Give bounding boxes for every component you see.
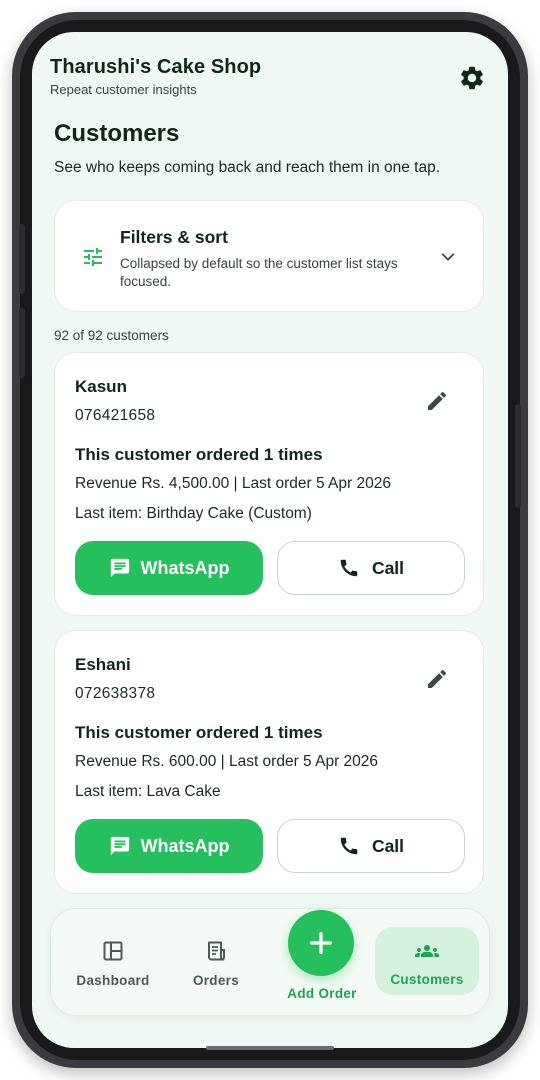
page-title: Customers [54,120,180,147]
customer-revenue: Revenue Rs. 600.00 | Last order 5 Apr 20… [75,753,379,770]
nav-label-dashboard: Dashboard [76,973,150,988]
call-button[interactable]: Call [277,819,465,873]
add-order-label: Add Order [287,986,357,1001]
customer-count: 92 of 92 customers [54,328,169,343]
message-icon [110,836,129,856]
customer-order-count: This customer ordered 1 times [75,445,323,464]
nav-label-customers: Customers [390,972,464,987]
edit-icon[interactable] [425,667,449,691]
whatsapp-label: WhatsApp [140,557,230,578]
whatsapp-label: WhatsApp [140,835,230,856]
bottom-navigation: Dashboard Orders Customers [50,908,490,1016]
customer-phone: 076421658 [75,407,156,424]
call-label: Call [371,835,405,856]
customer-card: Eshani 072638378 This customer ordered 1… [54,630,484,894]
home-indicator [206,1046,334,1050]
customer-card: Kasun 076421658 This customer ordered 1 … [54,352,484,616]
customer-phone: 072638378 [75,685,156,702]
phone-icon [340,837,358,855]
dashboard-icon [103,941,123,961]
app-subtitle: Repeat customer insights [50,82,197,97]
power-button [515,404,521,508]
nav-item-orders[interactable]: Orders [181,909,251,1017]
customer-order-count: This customer ordered 1 times [75,723,323,742]
add-order-button[interactable] [288,910,354,976]
customer-last-item: Last item: Lava Cake [75,783,221,800]
customer-name: Eshani [75,655,131,674]
receipt-icon [208,941,225,961]
chevron-down-icon[interactable] [439,248,457,266]
call-button[interactable]: Call [277,541,465,595]
tune-icon [84,248,102,266]
gear-icon[interactable] [458,64,486,92]
plus-icon [310,932,332,954]
filters-sort-panel[interactable]: Filters & sort Collapsed by default so t… [54,200,484,312]
whatsapp-button[interactable]: WhatsApp [75,541,263,595]
filters-description: Collapsed by default so the customer lis… [120,256,398,289]
customer-name: Kasun [75,377,127,396]
customer-revenue: Revenue Rs. 4,500.00 | Last order 5 Apr … [75,475,391,492]
call-label: Call [371,557,405,578]
page-description: See who keeps coming back and reach them… [54,159,441,176]
nav-item-dashboard[interactable]: Dashboard [73,909,153,1017]
phone-icon [340,559,358,577]
filters-title: Filters & sort [120,227,228,247]
nav-item-customers[interactable]: Customers [375,927,479,995]
volume-up-button [19,224,25,294]
customer-last-item: Last item: Birthday Cake (Custom) [75,505,312,522]
message-icon [110,558,129,578]
whatsapp-button[interactable]: WhatsApp [75,819,263,873]
app-title: Tharushi's Cake Shop [50,56,262,78]
edit-icon[interactable] [425,389,449,413]
nav-label-orders: Orders [192,973,240,988]
app-screen: Tharushi's Cake Shop Repeat customer ins… [32,32,508,1048]
app-bar: Tharushi's Cake Shop Repeat customer ins… [50,56,494,102]
group-icon [415,945,439,957]
volume-down-button [19,308,25,378]
